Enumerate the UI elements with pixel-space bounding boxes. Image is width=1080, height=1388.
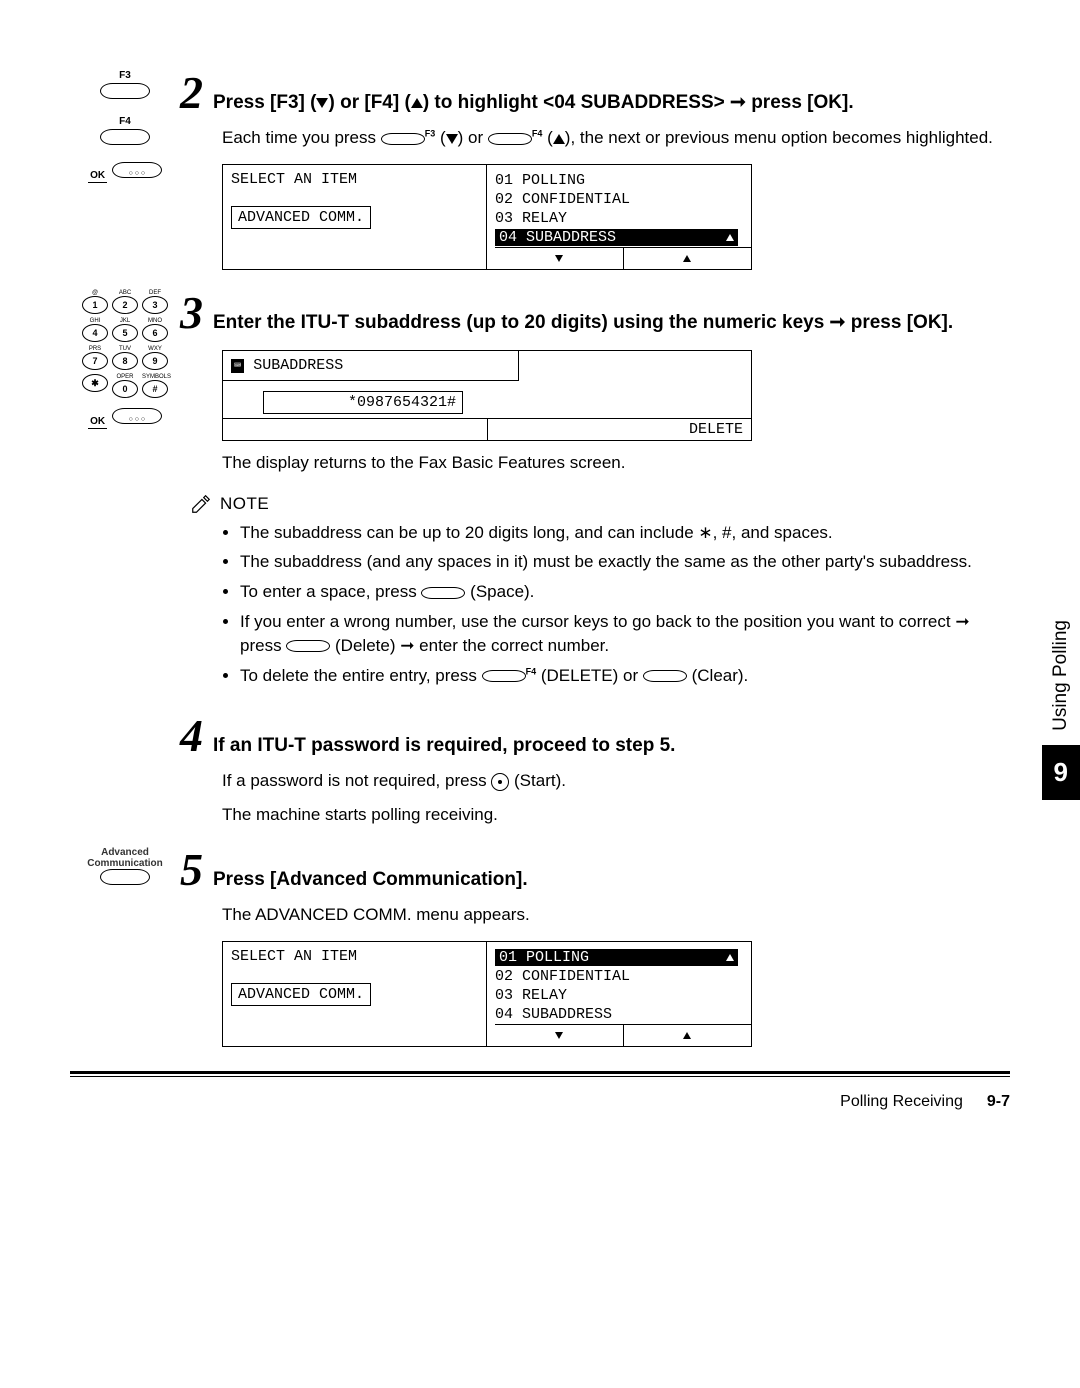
key: 2: [112, 296, 138, 314]
footer-section: Polling Receiving: [840, 1093, 963, 1111]
oval-button-icon: [112, 162, 162, 178]
key: 8: [112, 352, 138, 370]
numeric-keypad: @1 ABC2 DEF3 GHI4 JKL5 MNO6 PRS7 TUV8 WX…: [70, 290, 180, 398]
menu-row-highlight: 01 POLLING: [495, 949, 738, 966]
oval-button-icon: [100, 83, 150, 99]
lcd-footer: [495, 247, 751, 269]
up-triangle-icon: [726, 234, 734, 241]
oval-button-icon: [100, 129, 150, 145]
start-button-icon: [491, 773, 509, 791]
key: 4: [82, 324, 108, 342]
f4-button: F4: [70, 116, 180, 150]
lcd-left-title: SELECT AN ITEM: [231, 948, 478, 965]
divider: [70, 1071, 1010, 1074]
lcd-footer: [495, 1024, 751, 1046]
up-triangle-icon: [553, 134, 565, 144]
step-2: F3 F4 OK 2 Press [F3] () or [F4] () to h…: [70, 70, 1010, 270]
menu-row: 01 POLLING: [495, 171, 751, 190]
menu-row: 03 RELAY: [495, 986, 751, 1005]
chapter-number: 9: [1042, 745, 1080, 800]
adv-comm-button: Advanced Communication: [70, 847, 180, 890]
oval-button-icon: [482, 670, 526, 682]
down-triangle-icon: [555, 1032, 563, 1039]
oval-button-icon: [421, 587, 465, 599]
key: ✱: [82, 374, 108, 392]
step-desc: If a password is not required, press (St…: [222, 769, 1010, 793]
menu-row: 04 SUBADDRESS: [495, 1005, 751, 1024]
side-tab: Using Polling 9: [1042, 610, 1080, 800]
oval-button-icon: [381, 133, 425, 145]
step-title: If an ITU-T password is required, procee…: [213, 733, 675, 759]
step-title: Press [Advanced Communication].: [213, 867, 528, 893]
subaddress-input: *0987654321#: [263, 391, 463, 414]
note-item: To enter a space, press (Space).: [240, 580, 1010, 604]
menu-row: 01 POLLING: [495, 948, 751, 967]
note-list: The subaddress can be up to 20 digits lo…: [240, 521, 1010, 688]
lcd-screen: SELECT AN ITEM ADVANCED COMM. 01 POLLING…: [222, 164, 752, 270]
step-number: 4: [180, 713, 203, 759]
pencil-icon: [190, 493, 212, 515]
key: 7: [82, 352, 108, 370]
oval-button-icon: [643, 670, 687, 682]
step-3: @1 ABC2 DEF3 GHI4 JKL5 MNO6 PRS7 TUV8 WX…: [70, 290, 1010, 694]
lcd-left-box: ADVANCED COMM.: [231, 983, 371, 1006]
delete-label: DELETE: [487, 419, 752, 440]
lcd-screen: ⌨ SUBADDRESS *0987654321# DELETE: [222, 350, 752, 441]
page-number: 9-7: [987, 1093, 1010, 1111]
key: 1: [82, 296, 108, 314]
step-title: Press [F3] () or [F4] () to highlight <0…: [213, 90, 854, 116]
step-desc: The ADVANCED COMM. menu appears.: [222, 903, 1010, 927]
ok-button: OK: [70, 408, 180, 431]
divider: [70, 1076, 1010, 1077]
note-item: The subaddress can be up to 20 digits lo…: [240, 521, 1010, 545]
lcd-screen: SELECT AN ITEM ADVANCED COMM. 01 POLLING…: [222, 941, 752, 1047]
lcd-header: SUBADDRESS: [253, 357, 343, 374]
note-item: The subaddress (and any spaces in it) mu…: [240, 550, 1010, 574]
key: 9: [142, 352, 168, 370]
key: 6: [142, 324, 168, 342]
key: 3: [142, 296, 168, 314]
step-title: Enter the ITU-T subaddress (up to 20 dig…: [213, 310, 953, 336]
note-item: To delete the entire entry, press F4 (DE…: [240, 664, 1010, 688]
key: 0: [112, 380, 138, 398]
step-number: 2: [180, 70, 203, 116]
ok-button: OK: [70, 162, 180, 185]
up-triangle-icon: [726, 954, 734, 961]
lcd-left-title: SELECT AN ITEM: [231, 171, 478, 188]
down-triangle-icon: [555, 255, 563, 262]
oval-button-icon: [488, 133, 532, 145]
oval-button-icon: [100, 869, 150, 885]
oval-button-icon: [286, 640, 330, 652]
side-tab-label: Using Polling: [1050, 610, 1072, 741]
step-after-lcd: The display returns to the Fax Basic Fea…: [222, 451, 1010, 475]
lcd-left-box: ADVANCED COMM.: [231, 206, 371, 229]
step-5: Advanced Communication 5 Press [Advanced…: [70, 847, 1010, 1047]
step-number: 5: [180, 847, 203, 893]
f3-button: F3: [70, 70, 180, 104]
note-item: If you enter a wrong number, use the cur…: [240, 610, 1010, 658]
note-header: NOTE: [190, 493, 1010, 515]
down-triangle-icon: [446, 134, 458, 144]
menu-row: 02 CONFIDENTIAL: [495, 190, 751, 209]
up-triangle-icon: [411, 98, 423, 108]
key: #: [142, 380, 168, 398]
page-footer: Polling Receiving 9-7: [70, 1093, 1010, 1111]
key: 5: [112, 324, 138, 342]
step-4: 4 If an ITU-T password is required, proc…: [70, 713, 1010, 827]
keyboard-icon: ⌨: [231, 359, 244, 373]
oval-button-icon: [112, 408, 162, 424]
menu-row: 04 SUBADDRESS: [495, 228, 751, 247]
step-desc: Each time you press F3 () or F4 (), the …: [222, 126, 1010, 150]
step-desc: The machine starts polling receiving.: [222, 803, 1010, 827]
up-triangle-icon: [683, 1032, 691, 1039]
down-triangle-icon: [316, 98, 328, 108]
menu-row: 03 RELAY: [495, 209, 751, 228]
menu-row-highlight: 04 SUBADDRESS: [495, 229, 738, 246]
up-triangle-icon: [683, 255, 691, 262]
menu-row: 02 CONFIDENTIAL: [495, 967, 751, 986]
step-number: 3: [180, 290, 203, 336]
